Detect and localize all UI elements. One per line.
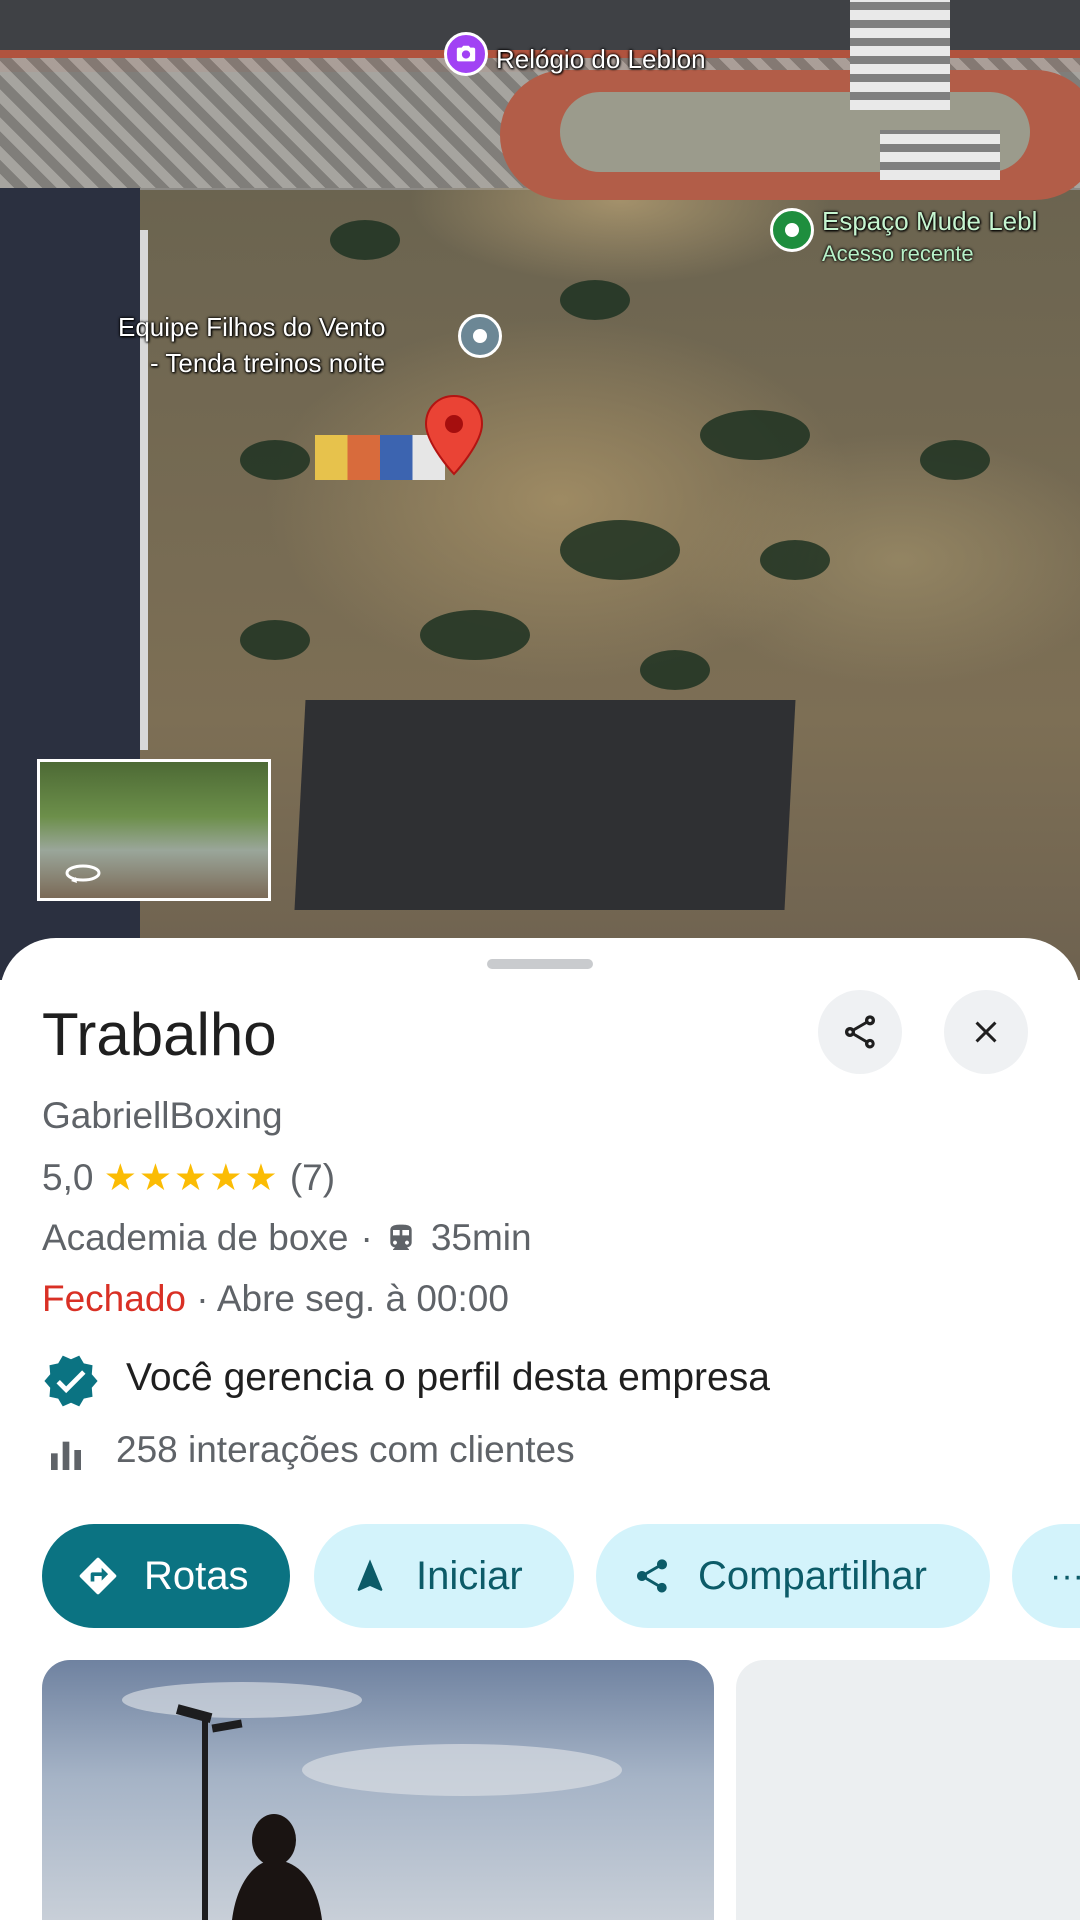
more-actions-button[interactable]: ··· <box>1012 1524 1080 1628</box>
owner-name: GabriellBoxing <box>42 1095 283 1136</box>
map-tree <box>420 610 530 660</box>
poi-label-equipe-line1[interactable]: Equipe Filhos do Vento <box>118 310 385 344</box>
verified-badge-icon <box>44 1355 98 1407</box>
map-tree <box>560 520 680 580</box>
review-count: (7) <box>289 1157 336 1198</box>
share-icon <box>845 1015 875 1049</box>
street-view-thumbnail[interactable] <box>37 759 271 901</box>
hours-row[interactable]: Fechado · Abre seg. à 00:00 <box>42 1278 509 1320</box>
category-row: Academia de boxe · 35min <box>42 1217 532 1259</box>
close-icon <box>975 1021 997 1043</box>
more-icon: ··· <box>1050 1556 1080 1595</box>
rating-row[interactable]: 5,0 ★★★★★ (7) <box>42 1156 335 1199</box>
map-tree <box>330 220 400 260</box>
poi-label-equipe-line2[interactable]: - Tenda treinos noite <box>150 346 385 380</box>
map-pin-icon[interactable] <box>770 208 814 252</box>
map-tree <box>640 650 710 690</box>
share-label: Compartilhar <box>698 1553 927 1598</box>
map-crosswalk <box>880 130 1000 180</box>
satellite-map[interactable]: Relógio do Leblon Espaço Mude Lebl Acess… <box>0 0 1080 980</box>
share-button[interactable] <box>818 990 902 1074</box>
boxer-photo-image <box>122 1682 622 1920</box>
drag-handle[interactable] <box>487 959 593 969</box>
rotate-360-icon <box>65 864 101 883</box>
place-title: Trabalho <box>42 1001 277 1068</box>
pin-dot <box>785 223 799 237</box>
map-tree <box>240 620 310 660</box>
close-button[interactable] <box>944 990 1028 1074</box>
directions-button[interactable]: Rotas <box>42 1524 290 1628</box>
selected-location-pin-icon <box>424 394 484 476</box>
share-icon <box>630 1554 674 1598</box>
poi-label-espaco[interactable]: Espaço Mude Lebl <box>822 204 1037 238</box>
poi-sublabel-recent: Acesso recente <box>822 241 974 266</box>
interactions-count[interactable]: 258 interações com clientes <box>116 1429 575 1471</box>
directions-label: Rotas <box>144 1553 249 1598</box>
map-tree <box>560 280 630 320</box>
managed-profile-text[interactable]: Você gerencia o perfil desta empresa <box>126 1356 770 1400</box>
map-tree <box>920 440 990 480</box>
start-navigation-button[interactable]: Iniciar <box>314 1524 574 1628</box>
map-tree <box>700 410 810 460</box>
start-label: Iniciar <box>416 1553 523 1598</box>
map-pin-icon[interactable] <box>458 314 502 358</box>
map-court <box>294 700 796 910</box>
poi-label-relogio[interactable]: Relógio do Leblon <box>496 42 706 76</box>
map-crosswalk <box>850 0 950 110</box>
opening-hours: · Abre seg. à 00:00 <box>196 1278 509 1319</box>
directions-icon <box>76 1554 120 1598</box>
navigation-arrow-icon <box>348 1554 392 1598</box>
place-photo[interactable] <box>42 1660 714 1920</box>
category: Academia de boxe <box>42 1217 349 1258</box>
transit-icon <box>390 1224 412 1250</box>
pin-dot <box>473 329 487 343</box>
rating-stars: ★★★★★ <box>103 1157 280 1198</box>
bar-chart-icon <box>51 1441 81 1470</box>
rating-value: 5,0 <box>42 1157 94 1198</box>
place-details-sheet[interactable]: Trabalho GabriellBoxing 5,0 ★★★★★ (7) Ac… <box>0 938 1080 1920</box>
map-tree <box>760 540 830 580</box>
map-road-line <box>140 230 148 750</box>
place-photo-placeholder[interactable] <box>736 1660 1080 1920</box>
transit-time: 35min <box>430 1217 532 1258</box>
share-pill-button[interactable]: Compartilhar <box>596 1524 990 1628</box>
separator: · <box>360 1217 373 1258</box>
map-tree <box>240 440 310 480</box>
open-status: Fechado <box>42 1278 186 1319</box>
camera-icon[interactable] <box>444 32 488 76</box>
